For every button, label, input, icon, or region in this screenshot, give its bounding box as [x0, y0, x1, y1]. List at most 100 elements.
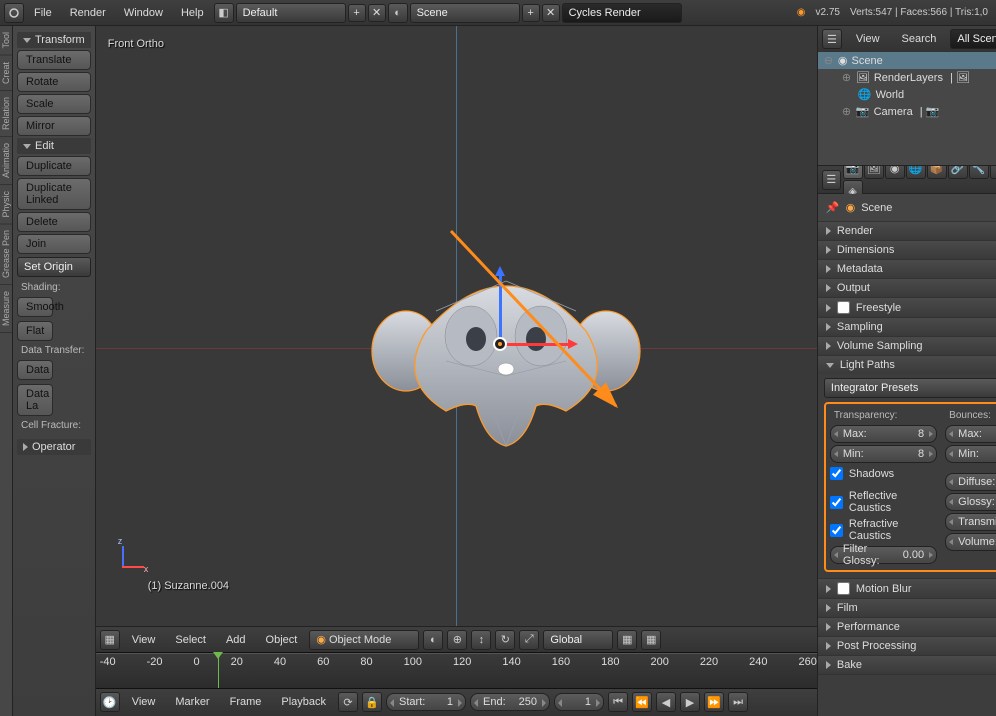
- transform-header[interactable]: Transform: [17, 32, 91, 48]
- mirror-button[interactable]: Mirror: [17, 116, 91, 136]
- play-icon[interactable]: ▶: [680, 692, 700, 712]
- end-frame-field[interactable]: End:250: [470, 693, 550, 711]
- outliner-row-renderlayers[interactable]: ⊕🖼 RenderLayers | 🖼: [818, 69, 996, 86]
- renderlayers-tab-icon[interactable]: 🖼: [864, 166, 884, 179]
- timeline-track[interactable]: -40-200204060801001201401601802002202402…: [96, 653, 817, 689]
- world-tab-icon[interactable]: 🌐: [906, 166, 926, 179]
- shading-icon[interactable]: ◐: [423, 630, 443, 650]
- jump-end-icon[interactable]: ⏭: [728, 692, 748, 712]
- menu-render[interactable]: Render: [62, 5, 114, 21]
- 3d-viewport[interactable]: Front Ortho: [96, 26, 817, 626]
- vp-menu-object[interactable]: Object: [258, 632, 306, 648]
- out-menu-view[interactable]: View: [848, 31, 888, 47]
- keyframe-next-icon[interactable]: ⏩: [704, 692, 724, 712]
- scene-del-icon[interactable]: ✕: [542, 4, 560, 22]
- tl-menu-playback[interactable]: Playback: [273, 694, 334, 710]
- keyframe-prev-icon[interactable]: ⏪: [632, 692, 652, 712]
- jump-start-icon[interactable]: ⏮: [608, 692, 628, 712]
- tl-menu-frame[interactable]: Frame: [222, 694, 270, 710]
- panel-volume-sampling[interactable]: Volume Sampling: [818, 337, 996, 355]
- panel-metadata[interactable]: Metadata: [818, 260, 996, 278]
- orientation-dropdown[interactable]: Global: [543, 630, 613, 650]
- glossy-bounces-field[interactable]: Glossy:4: [945, 493, 996, 511]
- tab-physics[interactable]: Physic: [0, 185, 12, 225]
- tl-menu-marker[interactable]: Marker: [167, 694, 217, 710]
- lock-icon[interactable]: 🔒: [362, 692, 382, 712]
- pivot-icon[interactable]: ⊕: [447, 630, 467, 650]
- tab-animation[interactable]: Animatio: [0, 137, 12, 185]
- bounces-min-field[interactable]: Min:3: [945, 445, 996, 463]
- data-tab-icon[interactable]: ▽: [990, 166, 996, 179]
- scene-add-icon[interactable]: +: [522, 4, 540, 22]
- current-frame-field[interactable]: 1: [554, 693, 604, 711]
- panel-light-paths[interactable]: Light Paths: [818, 356, 996, 374]
- manipulator-move-icon[interactable]: ↕: [471, 630, 491, 650]
- data-layout-button[interactable]: Data La: [17, 384, 53, 416]
- translate-button[interactable]: Translate: [17, 50, 91, 70]
- scene-tab-icon[interactable]: ◉: [885, 166, 905, 179]
- menu-help[interactable]: Help: [173, 5, 212, 21]
- transparency-min-field[interactable]: Min:8: [830, 445, 937, 463]
- reflective-caustics-checkbox[interactable]: [830, 496, 843, 509]
- tab-grease[interactable]: Grease Pen: [0, 224, 12, 285]
- menu-file[interactable]: File: [26, 5, 60, 21]
- timeline-editor-icon[interactable]: 🕑: [100, 692, 120, 712]
- play-reverse-icon[interactable]: ◀: [656, 692, 676, 712]
- layout-dropdown[interactable]: Default: [236, 3, 346, 23]
- duplicate-button[interactable]: Duplicate: [17, 156, 91, 176]
- editor-type-icon[interactable]: [4, 3, 24, 23]
- scale-button[interactable]: Scale: [17, 94, 91, 114]
- transparency-max-field[interactable]: Max:8: [830, 425, 937, 443]
- smooth-button[interactable]: Smooth: [17, 297, 53, 317]
- scene-dropdown[interactable]: Scene: [410, 3, 520, 23]
- panel-performance[interactable]: Performance: [818, 618, 996, 636]
- shadows-checkbox[interactable]: [830, 467, 843, 480]
- duplicate-linked-button[interactable]: Duplicate Linked: [17, 178, 91, 210]
- timeline-cursor[interactable]: [218, 654, 219, 688]
- manipulator-rotate-icon[interactable]: ↻: [495, 630, 515, 650]
- out-menu-search[interactable]: Search: [894, 31, 945, 47]
- panel-dimensions[interactable]: Dimensions: [818, 241, 996, 259]
- tl-menu-view[interactable]: View: [124, 694, 164, 710]
- mode-dropdown[interactable]: ◉ Object Mode: [309, 630, 419, 650]
- object-tab-icon[interactable]: 📦: [927, 166, 947, 179]
- panel-post-processing[interactable]: Post Processing: [818, 637, 996, 655]
- outliner-row-world[interactable]: 🌐 World: [818, 86, 996, 103]
- render-tab-icon[interactable]: 📷: [843, 166, 863, 179]
- vp-menu-add[interactable]: Add: [218, 632, 254, 648]
- view3d-editor-icon[interactable]: ▦: [100, 630, 120, 650]
- engine-dropdown[interactable]: Cycles Render: [562, 3, 682, 23]
- rotate-button[interactable]: Rotate: [17, 72, 91, 92]
- volume-bounces-field[interactable]: Volume:0: [945, 533, 996, 551]
- outliner-tree[interactable]: ⊖◉ Scene ⊕🖼 RenderLayers | 🖼 🌐 World ⊕📷 …: [818, 52, 996, 165]
- freestyle-checkbox[interactable]: [837, 301, 850, 314]
- pin-icon[interactable]: 📌: [826, 201, 840, 214]
- menu-window[interactable]: Window: [116, 5, 171, 21]
- bounces-max-field[interactable]: Max:12: [945, 425, 996, 443]
- delete-button[interactable]: Delete: [17, 212, 91, 232]
- manipulator-scale-icon[interactable]: ⤢: [519, 630, 539, 650]
- filter-glossy-field[interactable]: Filter Glossy:0.00: [830, 546, 937, 564]
- tab-measure[interactable]: Measure: [0, 285, 12, 333]
- layout-prev-icon[interactable]: ◧: [214, 3, 234, 23]
- operator-header[interactable]: Operator: [17, 439, 91, 455]
- modifiers-tab-icon[interactable]: 🔧: [969, 166, 989, 179]
- layers-icon[interactable]: ▦: [617, 630, 637, 650]
- data-button[interactable]: Data: [17, 360, 53, 380]
- outliner-row-scene[interactable]: ⊖◉ Scene: [818, 52, 996, 69]
- transmission-bounces-field[interactable]: Transmission:12: [945, 513, 996, 531]
- tab-tool[interactable]: Tool: [0, 26, 12, 56]
- motion-blur-checkbox[interactable]: [837, 582, 850, 595]
- join-button[interactable]: Join: [17, 234, 91, 254]
- panel-sampling[interactable]: Sampling: [818, 318, 996, 336]
- flat-button[interactable]: Flat: [17, 321, 53, 341]
- outliner-editor-icon[interactable]: ☰: [822, 29, 842, 49]
- props-editor-icon[interactable]: ☰: [822, 170, 841, 190]
- panel-render[interactable]: Render: [818, 222, 996, 240]
- layout-add-icon[interactable]: +: [348, 4, 366, 22]
- layers2-icon[interactable]: ▦: [641, 630, 661, 650]
- panel-film[interactable]: Film: [818, 599, 996, 617]
- diffuse-bounces-field[interactable]: Diffuse:4: [945, 473, 996, 491]
- vp-menu-select[interactable]: Select: [167, 632, 214, 648]
- vp-menu-view[interactable]: View: [124, 632, 164, 648]
